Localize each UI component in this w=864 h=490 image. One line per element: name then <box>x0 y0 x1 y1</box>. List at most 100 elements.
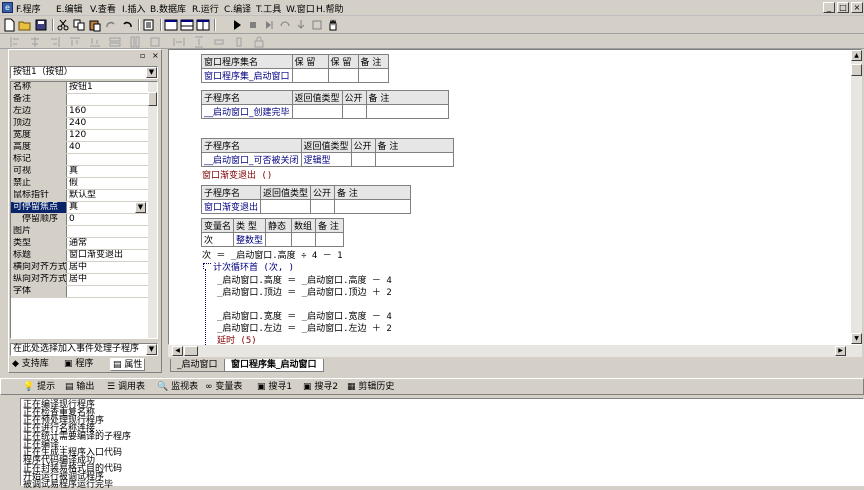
breakpoint-icon[interactable] <box>310 18 324 32</box>
step-out-icon[interactable] <box>294 18 308 32</box>
code-line[interactable]: _启动窗口.左边 ＝ _启动窗口.左边 ＋ 2 <box>217 323 392 335</box>
tab-support-library[interactable]: ◆ 支持库 <box>10 358 51 371</box>
code-call-line[interactable]: 窗口渐变退出 () <box>202 170 272 182</box>
undo-icon[interactable] <box>120 18 134 32</box>
prop-row[interactable]: 备注 <box>11 94 148 106</box>
prop-row[interactable]: 类型 通常 <box>11 238 148 250</box>
tab-hint[interactable]: 💡 提示 <box>23 381 55 394</box>
object-select[interactable]: 按钮1（按钮） ▼ <box>10 66 158 79</box>
panel-pin-icon[interactable]: ▫ <box>140 51 145 60</box>
scroll-thumb[interactable] <box>851 64 862 76</box>
menu-help[interactable]: H.帮助 <box>316 2 343 15</box>
scroll-up-icon[interactable]: ▲ <box>851 50 862 61</box>
center-v-icon[interactable] <box>232 35 246 49</box>
center-h-icon[interactable] <box>212 35 226 49</box>
tab-variables[interactable]: ∞ 变量表 <box>205 381 242 394</box>
align-bottom-icon[interactable] <box>88 35 102 49</box>
prop-row[interactable]: 标记 <box>11 154 148 166</box>
prop-row[interactable]: 标题 窗口渐变退出 <box>11 250 148 262</box>
code-line[interactable]: _启动窗口.顶边 ＝ _启动窗口.顶边 ＋ 2 <box>217 287 392 299</box>
tab-search-2[interactable]: ▣ 搜寻2 <box>303 381 338 394</box>
prop-row[interactable]: 宽度 120 <box>11 130 148 142</box>
tab-properties[interactable]: ▤ 属性 <box>110 358 146 371</box>
prop-row[interactable]: 顶边 240 <box>11 118 148 130</box>
scroll-right-icon[interactable]: ▶ <box>835 346 846 356</box>
menu-tools[interactable]: T.工具 <box>256 2 281 15</box>
layout-b-icon[interactable] <box>180 18 194 32</box>
tab-window-assembly[interactable]: 窗口程序集_启动窗口 <box>224 359 324 372</box>
scroll-left-icon[interactable]: ◀ <box>172 346 183 356</box>
menu-window[interactable]: W.窗口 <box>286 2 315 15</box>
align-right-icon[interactable] <box>48 35 62 49</box>
output-pane[interactable]: 正在编译现行程序 正在检查重复名称 正在预处理现行程序 正在进行名称连接... … <box>20 398 864 490</box>
v-space-icon[interactable] <box>192 35 206 49</box>
prop-row[interactable]: 图片 <box>11 226 148 238</box>
editor-vscrollbar[interactable]: ▲ ▼ <box>851 50 862 344</box>
code-line[interactable]: 次 ＝ _启动窗口.高度 ÷ 4 － 1 <box>202 250 343 262</box>
step-over-icon[interactable] <box>278 18 292 32</box>
align-center-icon[interactable] <box>28 35 42 49</box>
prop-row[interactable]: 纵向对齐方式 居中 <box>11 274 148 286</box>
menu-edit[interactable]: E.编辑 <box>56 2 83 15</box>
panel-close-icon[interactable]: × <box>152 51 159 60</box>
layout-a-icon[interactable] <box>164 18 178 32</box>
chevron-down-icon[interactable]: ▼ <box>146 67 157 78</box>
scroll-thumb[interactable] <box>148 92 157 106</box>
menu-view[interactable]: V.查看 <box>90 2 116 15</box>
same-size-icon[interactable] <box>148 35 162 49</box>
tab-search-1[interactable]: ▣ 搜寻1 <box>257 381 292 394</box>
property-scrollbar[interactable] <box>148 82 157 338</box>
h-space-icon[interactable] <box>172 35 186 49</box>
menu-program[interactable]: F.程序 <box>16 2 41 15</box>
tab-call-stack[interactable]: ☰ 调用表 <box>107 381 145 394</box>
paste-icon[interactable] <box>88 18 102 32</box>
new-icon[interactable] <box>2 18 16 32</box>
same-height-icon[interactable] <box>128 35 142 49</box>
tab-program[interactable]: ▣ 程序 <box>62 358 95 371</box>
code-line[interactable]: 计次循环首 (次, ) <box>213 262 294 274</box>
cut-icon[interactable] <box>56 18 70 32</box>
prop-row[interactable]: 鼠标指针 默认型 <box>11 190 148 202</box>
open-icon[interactable] <box>18 18 32 32</box>
prop-row[interactable]: 横向对齐方式 居中 <box>11 262 148 274</box>
event-select[interactable]: 在此处选择加入事件处理子程序 ▼ <box>10 343 158 356</box>
close-button[interactable]: × <box>851 2 863 13</box>
lock-icon[interactable] <box>252 35 266 49</box>
step-icon[interactable] <box>262 18 276 32</box>
prop-row[interactable]: 左边 160 <box>11 106 148 118</box>
code-editor[interactable]: 窗口程序集名保 留保 留备 注 窗口程序集_启动窗口 子程序名 返回值类型 公开备 … <box>168 49 862 346</box>
hand-icon[interactable] <box>326 18 340 32</box>
find-icon[interactable] <box>142 18 156 32</box>
chevron-down-icon[interactable]: ▼ <box>135 202 146 213</box>
menu-database[interactable]: B.数据库 <box>150 2 186 15</box>
align-top-icon[interactable] <box>68 35 82 49</box>
redo-icon[interactable] <box>104 18 118 32</box>
same-width-icon[interactable] <box>108 35 122 49</box>
tab-startup-window[interactable]: _启动窗口 <box>170 359 225 372</box>
menu-compile[interactable]: C.编译 <box>224 2 251 15</box>
run-icon[interactable] <box>230 18 244 32</box>
tab-watch[interactable]: 🔍 监视表 <box>157 381 198 394</box>
prop-row[interactable]: 字体 <box>11 286 148 298</box>
chevron-down-icon[interactable]: ▼ <box>146 344 157 355</box>
tab-output[interactable]: ▤ 输出 <box>65 381 94 394</box>
code-line[interactable]: _启动窗口.宽度 ＝ _启动窗口.宽度 － 4 <box>217 311 392 323</box>
maximize-button[interactable]: □ <box>837 2 849 13</box>
prop-row-selected[interactable]: 可停留焦点真 ▼ <box>11 202 148 214</box>
tab-clip-history[interactable]: ▦ 剪辑历史 <box>347 381 394 394</box>
code-line[interactable]: _启动窗口.高度 ＝ _启动窗口.高度 － 4 <box>217 275 392 287</box>
layout-c-icon[interactable] <box>196 18 210 32</box>
prop-row[interactable]: 名称 按钮1 <box>11 82 148 94</box>
editor-hscrollbar[interactable]: ◀ ▶ <box>168 345 862 357</box>
copy-icon[interactable] <box>72 18 86 32</box>
prop-row[interactable]: 停留顺序 0 <box>11 214 148 226</box>
save-icon[interactable] <box>34 18 48 32</box>
prop-row[interactable]: 可视真 <box>11 166 148 178</box>
scroll-thumb[interactable] <box>184 346 198 356</box>
menu-run[interactable]: R.运行 <box>192 2 219 15</box>
prop-row[interactable]: 高度 40 <box>11 142 148 154</box>
minimize-button[interactable]: _ <box>823 2 835 13</box>
menu-insert[interactable]: I.插入 <box>122 2 146 15</box>
stop-icon[interactable] <box>246 18 260 32</box>
prop-row[interactable]: 禁止假 <box>11 178 148 190</box>
